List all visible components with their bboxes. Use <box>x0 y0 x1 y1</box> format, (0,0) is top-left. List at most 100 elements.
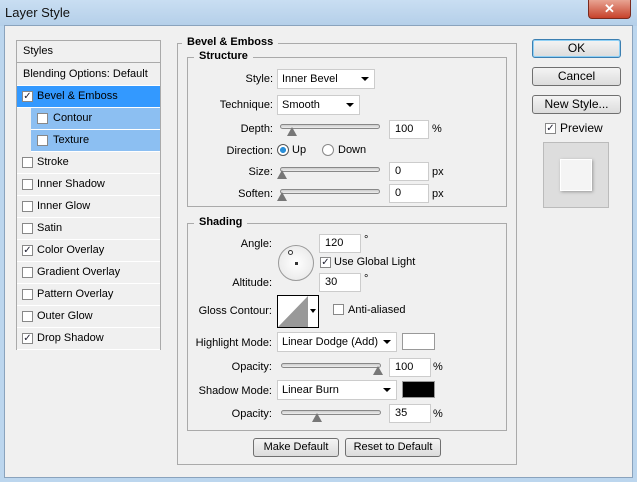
altitude-label: Altitude: <box>232 277 272 289</box>
size-label: Size: <box>248 166 273 178</box>
angle-dial[interactable] <box>278 245 314 281</box>
style-item-contour[interactable]: Contour <box>31 108 160 130</box>
style-item-label: Inner Glow <box>37 200 91 212</box>
soften-slider[interactable] <box>277 189 380 201</box>
chevron-down-icon <box>383 388 391 392</box>
size-slider[interactable] <box>277 167 380 179</box>
preview-checkbox[interactable]: ✓ <box>545 123 556 134</box>
style-checkbox[interactable] <box>22 179 33 190</box>
style-checkbox[interactable] <box>22 157 33 168</box>
size-input[interactable]: 0 <box>389 162 429 181</box>
highlight-color-swatch[interactable] <box>402 333 435 350</box>
style-item-pattern-overlay[interactable]: Pattern Overlay <box>17 284 160 306</box>
style-select[interactable]: Inner Bevel <box>277 69 375 89</box>
preview-shape <box>560 159 592 191</box>
technique-select[interactable]: Smooth <box>277 95 360 115</box>
ok-button[interactable]: OK <box>532 39 621 58</box>
highlight-mode-label: Highlight Mode: <box>195 337 272 349</box>
slider-thumb[interactable] <box>287 127 297 136</box>
shadow-opacity-label: Opacity: <box>231 408 272 420</box>
preview-swatch <box>543 142 609 208</box>
style-checkbox[interactable] <box>22 311 33 322</box>
shadow-opacity-slider[interactable] <box>281 410 381 422</box>
style-item-inner-shadow[interactable]: Inner Shadow <box>17 174 160 196</box>
cancel-button[interactable]: Cancel <box>532 67 621 86</box>
altitude-input[interactable]: 30 <box>319 273 361 292</box>
style-item-label: Bevel & Emboss <box>37 90 118 102</box>
anti-aliased-checkbox[interactable] <box>333 304 344 315</box>
slider-thumb[interactable] <box>373 366 383 375</box>
highlight-opacity-slider[interactable] <box>281 363 383 375</box>
shadow-opacity-input[interactable]: 35 <box>389 404 431 423</box>
close-button[interactable]: ✕ <box>588 0 631 19</box>
style-checkbox[interactable]: ✓ <box>22 245 33 256</box>
style-item-inner-glow[interactable]: Inner Glow <box>17 196 160 218</box>
reset-to-default-button[interactable]: Reset to Default <box>345 438 441 457</box>
style-item-label: Color Overlay <box>37 244 105 256</box>
structure-title: Structure <box>194 50 253 62</box>
style-item-drop-shadow[interactable]: ✓ Drop Shadow <box>17 328 160 350</box>
degree-unit: ° <box>364 234 369 246</box>
direction-down-radio[interactable] <box>322 144 334 156</box>
blending-options-item[interactable]: Blending Options: Default <box>17 64 160 86</box>
style-checkbox[interactable] <box>22 223 33 234</box>
style-checkbox[interactable]: ✓ <box>22 91 33 102</box>
soften-input[interactable]: 0 <box>389 184 429 203</box>
chevron-down-icon <box>383 340 391 344</box>
percent-unit: % <box>433 408 443 420</box>
style-item-bevel-emboss[interactable]: ✓ Bevel & Emboss <box>17 86 160 108</box>
shading-title: Shading <box>194 216 248 228</box>
new-style-button[interactable]: New Style... <box>532 95 621 114</box>
style-item-label: Gradient Overlay <box>37 266 121 278</box>
percent-unit: % <box>433 361 443 373</box>
highlight-opacity-input[interactable]: 100 <box>389 358 431 377</box>
chevron-down-icon <box>346 103 354 107</box>
styles-list: Styles Blending Options: Default ✓ Bevel & … <box>16 40 161 350</box>
shadow-color-swatch[interactable] <box>402 381 435 398</box>
style-checkbox[interactable] <box>22 267 33 278</box>
angle-input[interactable]: 120 <box>319 234 361 253</box>
style-item-outer-glow[interactable]: Outer Glow <box>17 306 160 328</box>
style-item-color-overlay[interactable]: ✓ Color Overlay <box>17 240 160 262</box>
styles-header: Styles <box>17 41 160 63</box>
direction-up-radio[interactable] <box>277 144 289 156</box>
shadow-mode-select[interactable]: Linear Burn <box>277 380 397 400</box>
style-item-label: Texture <box>53 134 90 146</box>
use-global-light-checkbox[interactable]: ✓ <box>320 257 331 268</box>
shadow-mode-label: Shadow Mode: <box>198 385 272 397</box>
degree-unit: ° <box>364 273 369 285</box>
technique-label: Technique: <box>219 99 273 111</box>
highlight-opacity-label: Opacity: <box>231 361 272 373</box>
slider-thumb[interactable] <box>277 192 287 201</box>
group-title: Bevel & Emboss <box>182 36 279 48</box>
light-source-handle[interactable] <box>288 250 293 255</box>
style-checkbox[interactable]: ✓ <box>22 333 33 344</box>
chevron-down-icon <box>361 77 369 81</box>
style-checkbox[interactable] <box>22 201 33 212</box>
chevron-down-icon <box>310 309 316 313</box>
style-checkbox[interactable] <box>37 135 48 146</box>
style-item-label: Satin <box>37 222 63 234</box>
make-default-button[interactable]: Make Default <box>253 438 339 457</box>
style-item-satin[interactable]: Satin <box>17 218 160 240</box>
preview-label: Preview <box>560 121 603 135</box>
highlight-mode-select[interactable]: Linear Dodge (Add) <box>277 332 397 352</box>
gloss-contour-picker[interactable] <box>277 295 319 328</box>
style-item-label: Pattern Overlay <box>37 288 114 300</box>
depth-input[interactable]: 100 <box>389 120 429 139</box>
style-item-stroke[interactable]: Stroke <box>17 152 160 174</box>
depth-slider[interactable] <box>280 124 380 136</box>
style-item-gradient-overlay[interactable]: Gradient Overlay <box>17 262 160 284</box>
title-bar <box>0 0 637 26</box>
style-item-label: Contour <box>53 112 93 124</box>
style-value: Inner Bevel <box>282 73 338 85</box>
highlight-mode-value: Linear Dodge (Add) <box>282 336 379 348</box>
direction-up-label: Up <box>292 144 307 156</box>
style-label: Style: <box>245 73 273 85</box>
style-checkbox[interactable] <box>37 113 48 124</box>
window-title: Layer Style <box>5 5 71 20</box>
style-item-texture[interactable]: Texture <box>31 130 160 152</box>
slider-thumb[interactable] <box>277 170 287 179</box>
slider-thumb[interactable] <box>312 413 322 422</box>
style-checkbox[interactable] <box>22 289 33 300</box>
